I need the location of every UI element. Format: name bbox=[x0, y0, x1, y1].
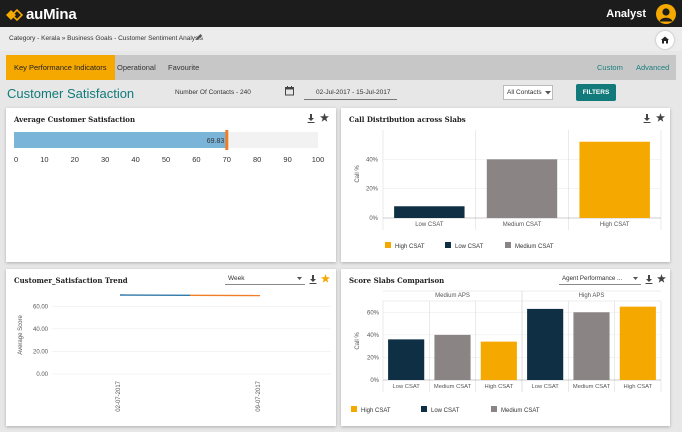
gauge-target-marker bbox=[225, 130, 229, 150]
x-tick-label: Low CSAT bbox=[532, 384, 560, 390]
bar bbox=[486, 159, 558, 218]
y-axis-label: Call % bbox=[355, 165, 361, 183]
legend-label: Medium CSAT bbox=[515, 244, 554, 250]
legend-label: Medium CSAT bbox=[501, 408, 540, 414]
call-dist-card: Call Distribution across Slabs Call % 0% 2… bbox=[341, 108, 670, 262]
y-tick-label: 60.00 bbox=[33, 304, 49, 310]
group-label: High APS bbox=[579, 293, 605, 299]
download-icon[interactable] bbox=[307, 114, 315, 123]
gauge-tick-label: 70 bbox=[223, 155, 231, 164]
trend-chart: Average Score 0.00 20.00 40.00 60.00 02-07-20… bbox=[18, 294, 331, 412]
avg-csat-chart: 69.83 0 10 20 30 40 50 60 70 80 90 100 bbox=[14, 130, 325, 164]
date-range[interactable]: 02-Jul-2017 - 15-Jul-2017 bbox=[316, 89, 390, 96]
bar bbox=[527, 308, 564, 380]
tab-operational[interactable]: Operational bbox=[117, 55, 156, 80]
legend-swatch bbox=[351, 406, 357, 412]
gauge-tick-label: 100 bbox=[312, 155, 325, 164]
tab-key-performance-indicators[interactable]: Key Performance Indicators bbox=[6, 55, 115, 80]
bar bbox=[388, 339, 425, 380]
gauge-tick-label: 0 bbox=[14, 155, 18, 164]
contacts-filter-value: All Contacts bbox=[507, 89, 542, 96]
x-tick-label: High CSAT bbox=[485, 384, 514, 390]
brand-logo[interactable]: auMina bbox=[6, 6, 77, 23]
y-axis-label: Call % bbox=[355, 332, 361, 350]
gauge-tick-label: 90 bbox=[283, 155, 291, 164]
legend-swatch bbox=[491, 406, 497, 412]
tab-bar: Key Performance Indicators Operational F… bbox=[6, 55, 676, 80]
gauge-tick-label: 10 bbox=[40, 155, 48, 164]
group-label: Medium APS bbox=[435, 293, 470, 299]
legend-swatch bbox=[385, 242, 391, 248]
gauge-tick-label: 50 bbox=[162, 155, 170, 164]
bar bbox=[619, 306, 656, 380]
x-tick-label: High CSAT bbox=[624, 384, 653, 390]
gauge-bar bbox=[14, 132, 227, 148]
x-tick-label: Medium CSAT bbox=[434, 384, 472, 390]
legend-swatch bbox=[421, 406, 427, 412]
bar bbox=[573, 312, 610, 380]
trend-card: Customer_Satisfaction Trend Week Average… bbox=[6, 269, 336, 426]
top-bar: auMina Analyst bbox=[0, 0, 682, 27]
avg-csat-title: Average Customer Satisfaction bbox=[14, 115, 136, 124]
contacts-filter-select[interactable]: All Contacts bbox=[503, 85, 553, 100]
score-slabs-card: Score Slabs Comparison Agent Performance… bbox=[341, 269, 670, 426]
filters-button[interactable]: FILTERS bbox=[576, 84, 616, 101]
legend-swatch bbox=[445, 242, 451, 248]
favourite-star-icon[interactable] bbox=[320, 113, 329, 122]
bar bbox=[434, 334, 471, 380]
y-tick-label: 40.00 bbox=[33, 327, 49, 333]
gauge-tick-label: 20 bbox=[71, 155, 79, 164]
y-tick-label: 20.00 bbox=[33, 349, 49, 355]
y-tick-label: 0% bbox=[369, 216, 378, 222]
page-title: Customer Satisfaction bbox=[7, 86, 135, 101]
tab-favourite[interactable]: Favourite bbox=[168, 55, 199, 80]
breadcrumb-bar: Category - Kerala » Business Goals - Cus… bbox=[0, 27, 682, 51]
gauge-tick-label: 80 bbox=[253, 155, 261, 164]
x-tick-label: Medium CSAT bbox=[573, 384, 611, 390]
user-avatar-icon[interactable] bbox=[656, 4, 676, 24]
gauge-tick-label: 40 bbox=[131, 155, 139, 164]
date-range-underline bbox=[304, 99, 397, 100]
y-tick-label: 0.00 bbox=[36, 372, 48, 378]
x-tick-label: Low CSAT bbox=[393, 384, 421, 390]
home-icon bbox=[661, 36, 669, 44]
y-tick-label: 40% bbox=[367, 333, 380, 339]
x-tick-label: Medium CSAT bbox=[503, 222, 542, 228]
contacts-count: Number Of Contacts - 240 bbox=[175, 89, 251, 96]
avg-csat-card: Average Customer Satisfaction 69.83 0 10 20… bbox=[6, 108, 336, 262]
bar bbox=[480, 341, 517, 380]
home-button[interactable] bbox=[656, 31, 674, 49]
y-tick-label: 0% bbox=[370, 378, 379, 384]
legend-label: Low CSAT bbox=[455, 244, 484, 250]
legend-label: High CSAT bbox=[361, 408, 391, 414]
edit-pencil-icon[interactable] bbox=[195, 33, 203, 41]
y-tick-label: 20% bbox=[366, 187, 379, 193]
x-tick-label: 09-07-2017 bbox=[256, 380, 262, 411]
y-axis-label: Average Score bbox=[18, 315, 24, 355]
y-tick-label: 60% bbox=[367, 310, 380, 316]
calendar-icon[interactable] bbox=[285, 86, 295, 96]
bar bbox=[579, 141, 650, 218]
advanced-link[interactable]: Advanced bbox=[636, 55, 669, 80]
score-slabs-chart: Call % 0% 20% 40% 60% Medium APS High APS Low C… bbox=[351, 290, 662, 414]
legend-swatch bbox=[505, 242, 511, 248]
legend-label: High CSAT bbox=[395, 244, 425, 250]
call-dist-chart: Call % 0% 20% 40% Low CSAT Medium CSAT High CS… bbox=[355, 130, 662, 250]
logo-icon bbox=[6, 8, 24, 21]
x-tick-label: High CSAT bbox=[600, 222, 630, 228]
custom-link[interactable]: Custom bbox=[597, 55, 623, 80]
y-tick-label: 40% bbox=[366, 157, 379, 163]
user-name: Analyst bbox=[606, 8, 646, 20]
legend-label: Low CSAT bbox=[431, 408, 460, 414]
bar bbox=[394, 206, 465, 218]
chevron-down-icon bbox=[545, 91, 551, 95]
gauge-tick-label: 30 bbox=[101, 155, 109, 164]
x-tick-label: 02-07-2017 bbox=[116, 380, 122, 411]
brand-name: auMina bbox=[26, 6, 77, 23]
gauge-tick-label: 60 bbox=[192, 155, 200, 164]
x-tick-label: Low CSAT bbox=[415, 222, 444, 228]
y-tick-label: 20% bbox=[367, 355, 380, 361]
gauge-value-label: 69.83 bbox=[207, 138, 225, 145]
breadcrumb: Category - Kerala » Business Goals - Cus… bbox=[9, 35, 204, 42]
